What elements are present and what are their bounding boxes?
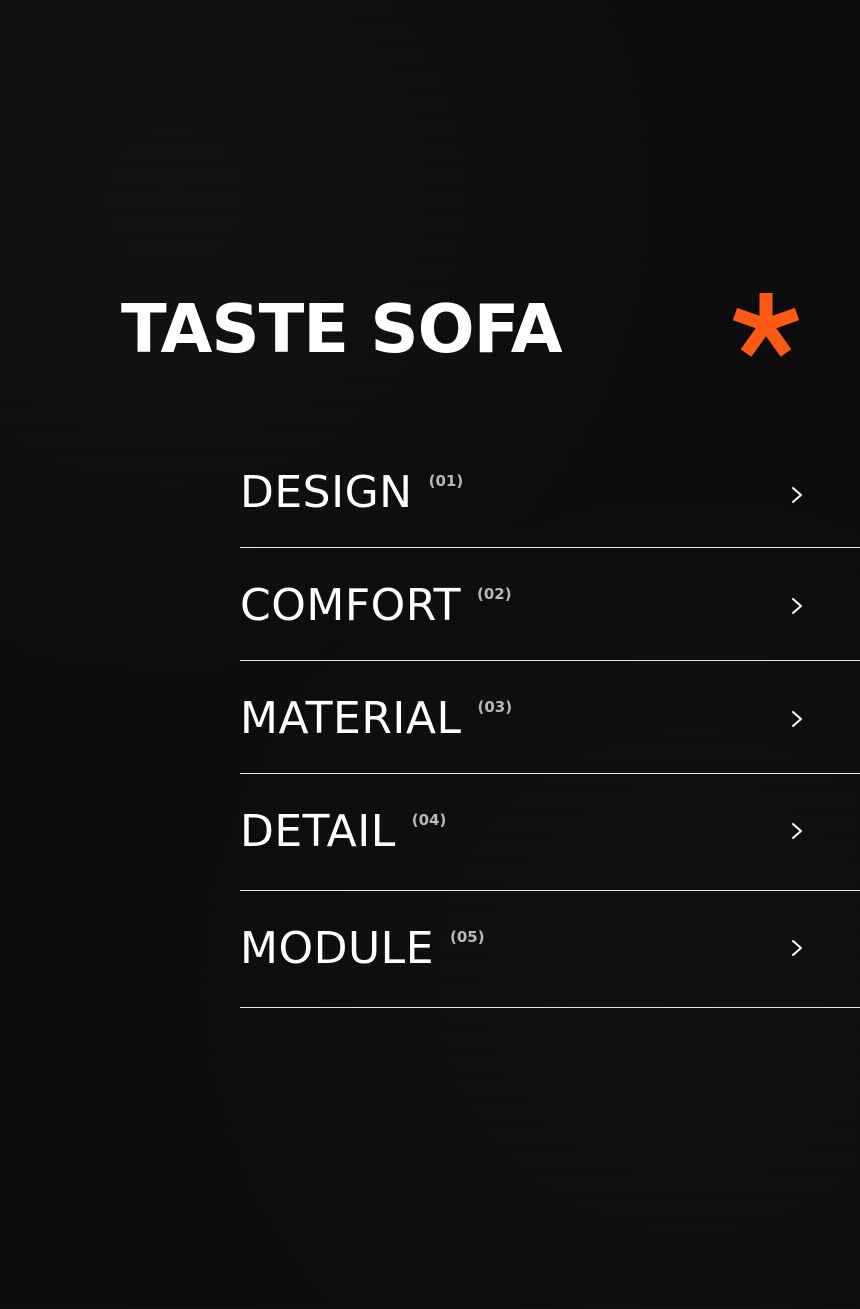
chevron-right-icon[interactable] xyxy=(790,938,804,958)
menu-item-label: DETAIL xyxy=(240,806,396,857)
asterisk-icon xyxy=(732,293,800,357)
menu-item-label-group: DETAIL (04) xyxy=(240,804,446,860)
menu-item-number: (03) xyxy=(477,698,513,716)
menu-item-label-group: COMFORT (02) xyxy=(240,578,512,634)
chevron-right-icon[interactable] xyxy=(790,709,804,729)
chevron-right-icon[interactable] xyxy=(790,596,804,616)
chevron-right-icon[interactable] xyxy=(790,485,804,505)
category-menu: DESIGN (01) COMFORT (02) MATERIAL (03) D… xyxy=(240,435,860,1008)
menu-item-design[interactable]: DESIGN (01) xyxy=(240,435,860,548)
menu-item-label-group: MATERIAL (03) xyxy=(240,691,512,747)
menu-item-number: (02) xyxy=(477,585,512,603)
menu-item-label-group: MODULE (05) xyxy=(240,921,485,977)
menu-item-comfort[interactable]: COMFORT (02) xyxy=(240,548,860,661)
menu-item-module[interactable]: MODULE (05) xyxy=(240,891,860,1008)
brand-title: TASTE SOFA xyxy=(121,290,563,368)
menu-item-number: (04) xyxy=(411,811,447,829)
menu-item-label: DESIGN xyxy=(240,467,413,518)
menu-item-detail[interactable]: DETAIL (04) xyxy=(240,774,860,891)
menu-item-material[interactable]: MATERIAL (03) xyxy=(240,661,860,774)
menu-item-number: (05) xyxy=(450,928,485,946)
menu-item-number: (01) xyxy=(428,472,464,490)
menu-item-label: MATERIAL xyxy=(240,693,462,744)
menu-item-label-group: DESIGN (01) xyxy=(240,465,463,521)
chevron-right-icon[interactable] xyxy=(790,821,804,841)
menu-item-label: MODULE xyxy=(240,923,434,974)
menu-item-label: COMFORT xyxy=(240,580,462,631)
